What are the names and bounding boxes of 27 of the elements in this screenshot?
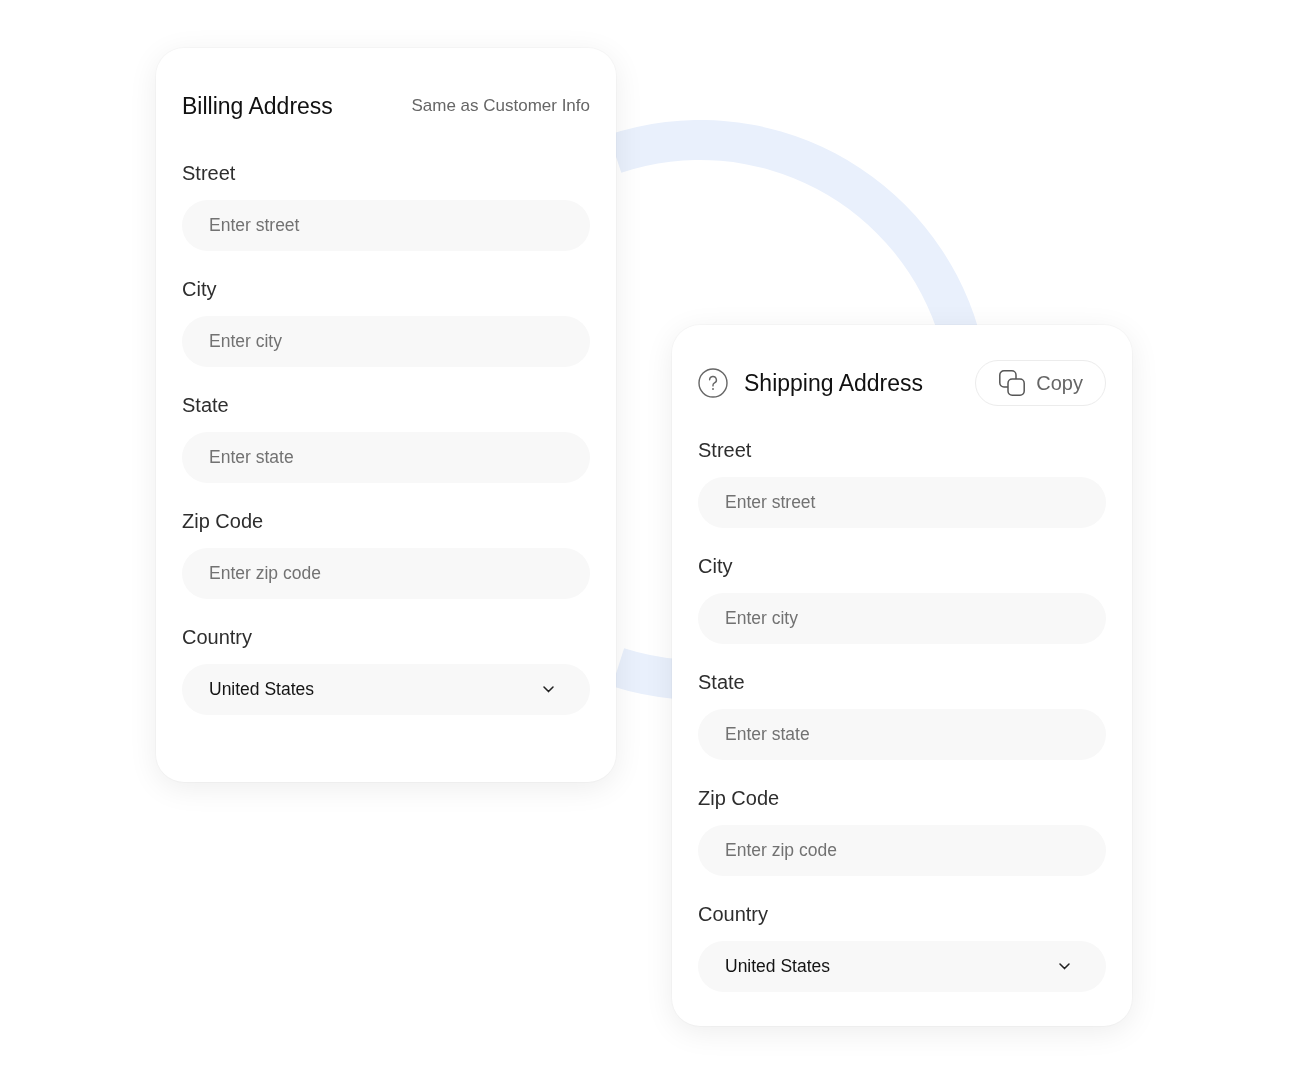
field-label: Street (698, 439, 753, 461)
input-field[interactable]: Enter state (182, 432, 590, 483)
field-label: Zip Code (698, 787, 781, 809)
chevron-down-icon (543, 686, 554, 693)
copy-button[interactable]: Copy (975, 360, 1106, 406)
input-field[interactable]: Enter zip code (698, 825, 1106, 876)
field-label: State (182, 394, 230, 416)
dropdown-field[interactable]: United States (182, 664, 590, 715)
copy-icon (998, 369, 1027, 397)
input-field[interactable]: Enter city (698, 593, 1106, 644)
header-link[interactable]: Same as Customer Info (411, 93, 590, 119)
field-label: Country (182, 626, 254, 648)
field-label: Zip Code (182, 510, 265, 532)
input-field[interactable]: Enter street (182, 200, 590, 251)
input-field[interactable]: Enter street (698, 477, 1106, 528)
input-field[interactable]: Enter zip code (182, 548, 590, 599)
chevron-down-icon (1059, 963, 1070, 970)
field-label: Street (182, 162, 237, 184)
field-label: City (698, 555, 734, 577)
input-field[interactable]: Enter state (698, 709, 1106, 760)
field-label: City (182, 278, 218, 300)
field-label: State (698, 671, 746, 693)
dropdown-field[interactable]: United States (698, 941, 1106, 992)
card-title: Billing Address (182, 92, 333, 120)
field-label: Country (698, 903, 770, 925)
card-title: Shipping Address (744, 369, 923, 397)
input-field[interactable]: Enter city (182, 316, 590, 367)
